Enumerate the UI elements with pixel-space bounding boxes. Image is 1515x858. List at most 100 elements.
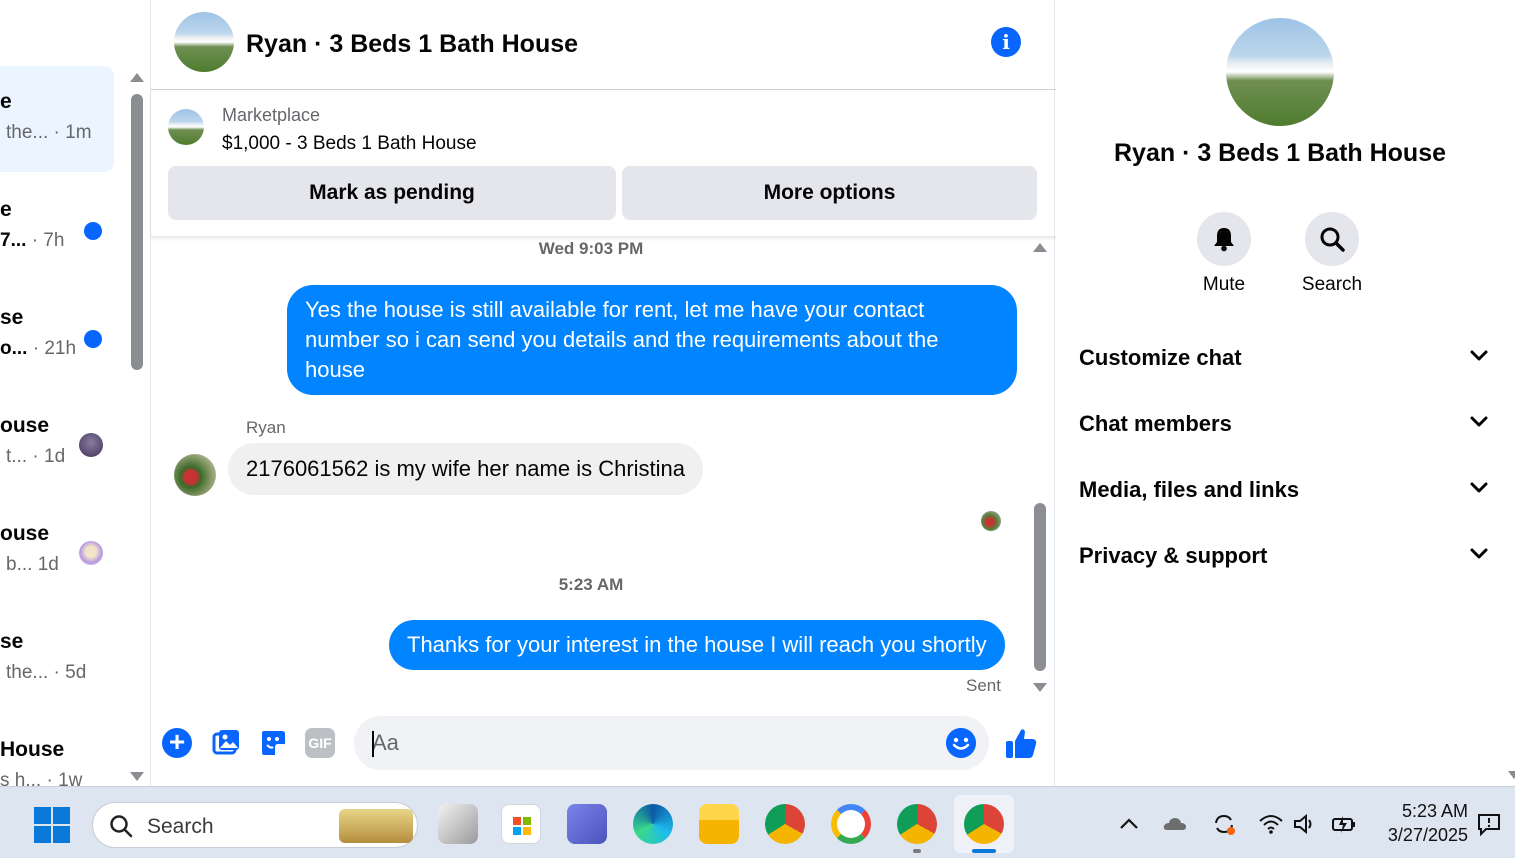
sticker-icon[interactable]: [258, 728, 288, 758]
outgoing-message[interactable]: Yes the house is still available for ren…: [287, 285, 1017, 395]
windows-start-icon[interactable]: [34, 807, 70, 843]
onedrive-icon[interactable]: [1162, 811, 1188, 837]
bell-icon: [1197, 212, 1251, 266]
message-thread: Wed 9:03 PM Yes the house is still avail…: [151, 238, 1056, 708]
info-icon[interactable]: i: [991, 27, 1021, 57]
unread-dot: [84, 222, 102, 240]
conversation-list: e the... · 1m e 7... · 7h se o... · 21h …: [0, 0, 150, 786]
conversation-preview: the... · 1m: [6, 122, 92, 143]
microsoft-store-icon[interactable]: [501, 804, 541, 844]
seen-avatar: [79, 433, 103, 457]
privacy-support-section[interactable]: Privacy & support: [1079, 535, 1489, 575]
conversation-item[interactable]: ouse b... 1d: [0, 498, 114, 604]
conversation-item[interactable]: ouse t... · 1d: [0, 390, 114, 496]
media-files-links-section[interactable]: Media, files and links: [1079, 469, 1489, 509]
taskbar-search-label: Search: [147, 815, 214, 838]
conversation-preview: t... · 1d: [6, 446, 66, 467]
chrome-icon[interactable]: [765, 804, 805, 844]
scroll-down-arrow-icon[interactable]: [1508, 771, 1515, 779]
gif-icon[interactable]: GIF: [305, 728, 335, 758]
conversation-list-scrollbar[interactable]: [131, 94, 143, 370]
section-label: Customize chat: [1079, 345, 1242, 370]
chat-header: Ryan · 3 Beds 1 Bath House i: [151, 0, 1056, 90]
conversation-title: House: [0, 738, 65, 761]
mute-button[interactable]: Mute: [1194, 212, 1254, 296]
conversation-item[interactable]: e the... · 1m: [0, 66, 114, 172]
conversation-preview: b... 1d: [6, 554, 59, 575]
file-explorer-icon[interactable]: [699, 804, 739, 844]
conversation-title: ouse: [0, 414, 50, 437]
search-icon: [1305, 212, 1359, 266]
plus-icon[interactable]: +: [162, 728, 192, 758]
marketplace-banner: Marketplace $1,000 - 3 Beds 1 Bath House…: [151, 91, 1056, 237]
chevron-up-icon[interactable]: [1116, 811, 1142, 837]
section-label: Chat members: [1079, 411, 1232, 436]
unread-dot: [84, 330, 102, 348]
listing-thumbnail[interactable]: [168, 109, 204, 145]
battery-charging-icon[interactable]: [1331, 811, 1357, 837]
conversation-item[interactable]: House s h... · 1w: [0, 714, 114, 786]
conversation-preview: s h... · 1w: [0, 770, 83, 786]
search-label: Search: [1301, 274, 1363, 295]
task-view-icon[interactable]: [438, 804, 478, 844]
sync-icon[interactable]: [1211, 811, 1237, 837]
chevron-down-icon: [1470, 482, 1488, 493]
conversation-item[interactable]: se the... · 5d: [0, 606, 114, 712]
clock-date: 3/27/2025: [1387, 825, 1468, 845]
chat-panel: Ryan · 3 Beds 1 Bath House i Marketplace…: [150, 0, 1056, 786]
chevron-down-icon: [1470, 416, 1488, 427]
customize-chat-section[interactable]: Customize chat: [1079, 337, 1489, 377]
scroll-up-arrow-icon[interactable]: [130, 73, 144, 82]
google-icon[interactable]: [831, 804, 871, 844]
chrome-profile-icon[interactable]: [897, 804, 937, 844]
chrome-active-icon[interactable]: [964, 804, 1004, 844]
scroll-down-arrow-icon[interactable]: [130, 772, 144, 781]
section-label: Media, files and links: [1079, 477, 1300, 502]
taskbar-search[interactable]: Search: [92, 802, 418, 848]
chat-scrollbar[interactable]: [1034, 503, 1046, 671]
notification-icon[interactable]: [1476, 811, 1502, 837]
message-timestamp: 5:23 AM: [558, 575, 624, 594]
sender-avatar[interactable]: [174, 454, 216, 496]
chat-title[interactable]: Ryan · 3 Beds 1 Bath House: [246, 30, 578, 59]
mark-as-pending-button[interactable]: Mark as pending: [168, 166, 616, 220]
outgoing-message[interactable]: Thanks for your interest in the house I …: [389, 620, 1005, 670]
volume-icon[interactable]: [1292, 811, 1318, 837]
thumbs-up-icon[interactable]: [1003, 726, 1039, 762]
chat-avatar[interactable]: [174, 12, 234, 72]
chevron-down-icon: [1470, 548, 1488, 559]
conversation-preview: 7... · 7h: [0, 230, 65, 251]
conversation-preview: the... · 5d: [6, 662, 87, 683]
scroll-up-arrow-icon[interactable]: [1033, 243, 1047, 252]
profile-avatar[interactable]: [1226, 18, 1334, 126]
message-timestamp: Wed 9:03 PM: [538, 239, 644, 258]
scroll-down-arrow-icon[interactable]: [1033, 683, 1047, 692]
chat-info-panel: Ryan · 3 Beds 1 Bath House Mute Search C…: [1056, 0, 1515, 786]
chat-members-section[interactable]: Chat members: [1079, 403, 1489, 443]
system-clock[interactable]: 5:23 AM 3/27/2025: [1378, 799, 1468, 847]
search-icon: [110, 815, 133, 838]
more-options-button[interactable]: More options: [622, 166, 1037, 220]
message-input[interactable]: [354, 716, 989, 770]
chevron-down-icon: [1470, 350, 1488, 361]
conversation-item[interactable]: se o... · 21h: [0, 282, 114, 388]
message-status: Sent: [966, 676, 1001, 695]
conversation-title: se: [0, 630, 24, 653]
taskbar: Search 5:23 AM 3/27/2025: [0, 786, 1515, 858]
profile-name: Ryan · 3 Beds 1 Bath House: [1113, 139, 1447, 167]
edge-icon[interactable]: [633, 804, 673, 844]
sender-name: Ryan: [246, 418, 286, 437]
active-indicator: [972, 849, 996, 853]
conversation-title: e: [0, 90, 12, 113]
conversation-title: ouse: [0, 522, 50, 545]
listing-title[interactable]: $1,000 - 3 Beds 1 Bath House: [222, 133, 477, 155]
photo-icon[interactable]: [211, 728, 241, 758]
conversation-title: se: [0, 306, 24, 329]
conversation-item[interactable]: e 7... · 7h: [0, 174, 114, 280]
incoming-message[interactable]: 2176061562 is my wife her name is Christ…: [228, 443, 704, 495]
emoji-icon[interactable]: [946, 728, 976, 758]
wifi-icon[interactable]: [1258, 811, 1284, 837]
marketplace-label: Marketplace: [222, 105, 321, 125]
search-button[interactable]: Search: [1302, 212, 1362, 296]
teams-icon[interactable]: [567, 804, 607, 844]
